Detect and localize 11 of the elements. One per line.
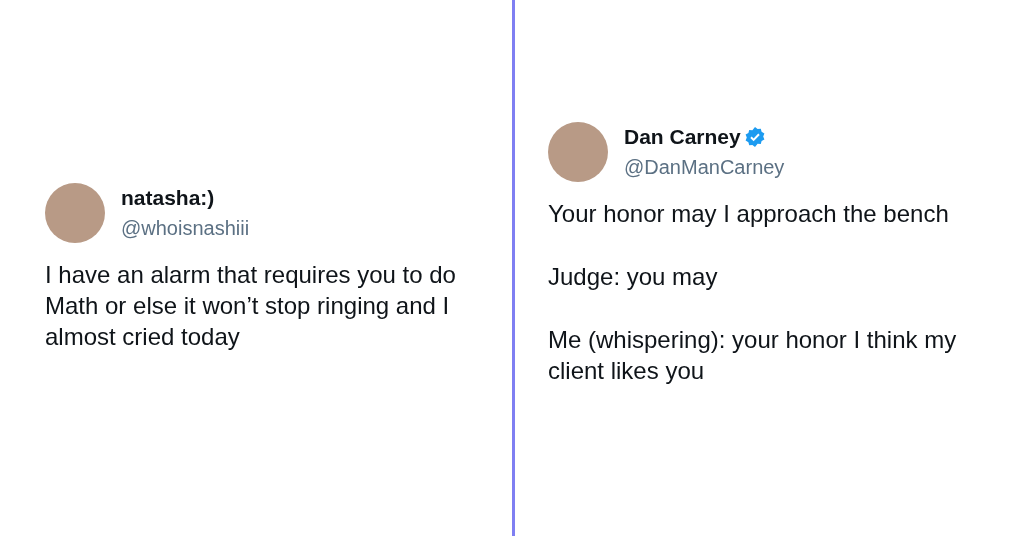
user-name: Dan Carney bbox=[624, 125, 741, 149]
avatar-placeholder bbox=[45, 183, 105, 243]
avatar-placeholder bbox=[548, 122, 608, 182]
user-handle: @DanManCarney bbox=[624, 155, 785, 179]
tweet-text: Me (whispering): your honor I think my client likes you bbox=[548, 325, 958, 386]
user-name: natasha:) bbox=[121, 186, 215, 210]
user-handle: @whoisnashiii bbox=[121, 216, 250, 240]
tweet-text: Your honor may I approach the bench bbox=[548, 199, 950, 229]
verified-badge-icon bbox=[744, 127, 765, 147]
tweet-text: I have an alarm that requires you to do Math or else it won’t stop ringing and I almost cried today bbox=[45, 260, 457, 352]
tweet-text: Judge: you may bbox=[548, 262, 719, 292]
